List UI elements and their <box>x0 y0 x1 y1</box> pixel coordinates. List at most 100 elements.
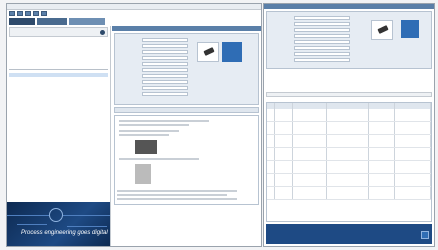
document-footer <box>117 188 256 202</box>
decor-line <box>17 224 47 225</box>
field-input[interactable] <box>142 44 188 48</box>
field-row <box>118 62 188 66</box>
tree-top <box>9 39 108 66</box>
text-line <box>119 120 209 122</box>
field-row <box>118 80 188 84</box>
text-line <box>117 194 227 196</box>
field-input[interactable] <box>142 62 188 66</box>
field-input[interactable] <box>142 74 188 78</box>
field-row <box>118 74 188 78</box>
tab-1[interactable] <box>9 18 35 25</box>
circuit-icon <box>49 208 63 222</box>
product-detail-panel <box>114 33 259 105</box>
field-row <box>270 46 350 50</box>
document-editor[interactable] <box>114 115 259 205</box>
settings-icon[interactable] <box>41 11 47 16</box>
field-input[interactable] <box>294 58 350 62</box>
field-input[interactable] <box>294 22 350 26</box>
text-line <box>119 130 179 132</box>
field-input[interactable] <box>294 40 350 44</box>
brand-banner: Process engineering goes digital <box>7 202 110 246</box>
text-line <box>119 134 169 136</box>
field-input[interactable] <box>142 68 188 72</box>
field-label <box>270 52 294 56</box>
field-label <box>270 46 294 50</box>
results-table <box>266 102 432 222</box>
field-row <box>270 22 350 26</box>
product-image <box>197 42 219 62</box>
field-label <box>270 58 294 62</box>
product-photo <box>203 47 215 56</box>
field-input[interactable] <box>294 28 350 32</box>
field-label <box>118 50 142 54</box>
field-label <box>118 44 142 48</box>
field-label <box>118 62 142 66</box>
field-input[interactable] <box>142 50 188 54</box>
field-row <box>270 58 350 62</box>
field-input[interactable] <box>142 92 188 96</box>
status-icon[interactable] <box>421 231 429 239</box>
table-row[interactable] <box>267 122 431 135</box>
product-action-button[interactable] <box>401 20 419 38</box>
field-row <box>118 68 188 72</box>
section-header <box>112 26 261 31</box>
field-label <box>270 16 294 20</box>
field-input[interactable] <box>294 34 350 38</box>
detail-pane <box>112 26 261 246</box>
new-icon[interactable] <box>9 11 15 16</box>
tree-bottom <box>9 73 108 137</box>
field-row <box>118 50 188 54</box>
field-label <box>270 28 294 32</box>
table-row[interactable] <box>267 109 431 122</box>
field-label <box>118 86 142 90</box>
field-input[interactable] <box>294 52 350 56</box>
field-input[interactable] <box>142 80 188 84</box>
field-row <box>118 92 188 96</box>
table-row[interactable] <box>267 148 431 161</box>
document-toolbar <box>114 107 259 113</box>
toolbar <box>7 10 261 17</box>
field-row <box>118 86 188 90</box>
filter-bar[interactable] <box>266 92 432 97</box>
print-icon[interactable] <box>25 11 31 16</box>
text-line <box>117 198 237 200</box>
save-icon[interactable] <box>17 11 23 16</box>
decor-line <box>7 215 49 216</box>
document-image <box>135 140 157 154</box>
user-avatar[interactable] <box>100 30 105 35</box>
text-line <box>119 158 199 160</box>
decor-line <box>63 215 110 216</box>
field-input[interactable] <box>142 56 188 60</box>
field-label <box>118 92 142 96</box>
filter-box[interactable] <box>9 27 108 37</box>
field-input[interactable] <box>142 38 188 42</box>
text-line <box>117 190 237 192</box>
tree-item[interactable] <box>9 134 108 137</box>
secondary-window <box>263 3 435 247</box>
field-input[interactable] <box>294 16 350 20</box>
field-input[interactable] <box>294 46 350 50</box>
status-panel <box>266 224 432 244</box>
refresh-icon[interactable] <box>33 11 39 16</box>
tab-3[interactable] <box>69 18 105 25</box>
navigation-pane: Process engineering goes digital <box>7 26 111 246</box>
field-row <box>270 34 350 38</box>
product-image <box>371 20 393 40</box>
field-label <box>118 56 142 60</box>
product-action-button[interactable] <box>222 42 242 62</box>
table-row[interactable] <box>267 187 431 200</box>
field-label <box>270 22 294 26</box>
field-row <box>118 44 188 48</box>
field-label <box>270 40 294 44</box>
table-row[interactable] <box>267 161 431 174</box>
table-row[interactable] <box>267 174 431 187</box>
field-row <box>270 52 350 56</box>
tab-2[interactable] <box>37 18 67 25</box>
tree-item[interactable] <box>9 63 108 66</box>
decor-line <box>67 226 107 227</box>
divider <box>9 69 108 71</box>
table-row[interactable] <box>267 135 431 148</box>
field-input[interactable] <box>142 86 188 90</box>
field-row <box>270 16 350 20</box>
main-window: Process engineering goes digital <box>6 3 262 247</box>
